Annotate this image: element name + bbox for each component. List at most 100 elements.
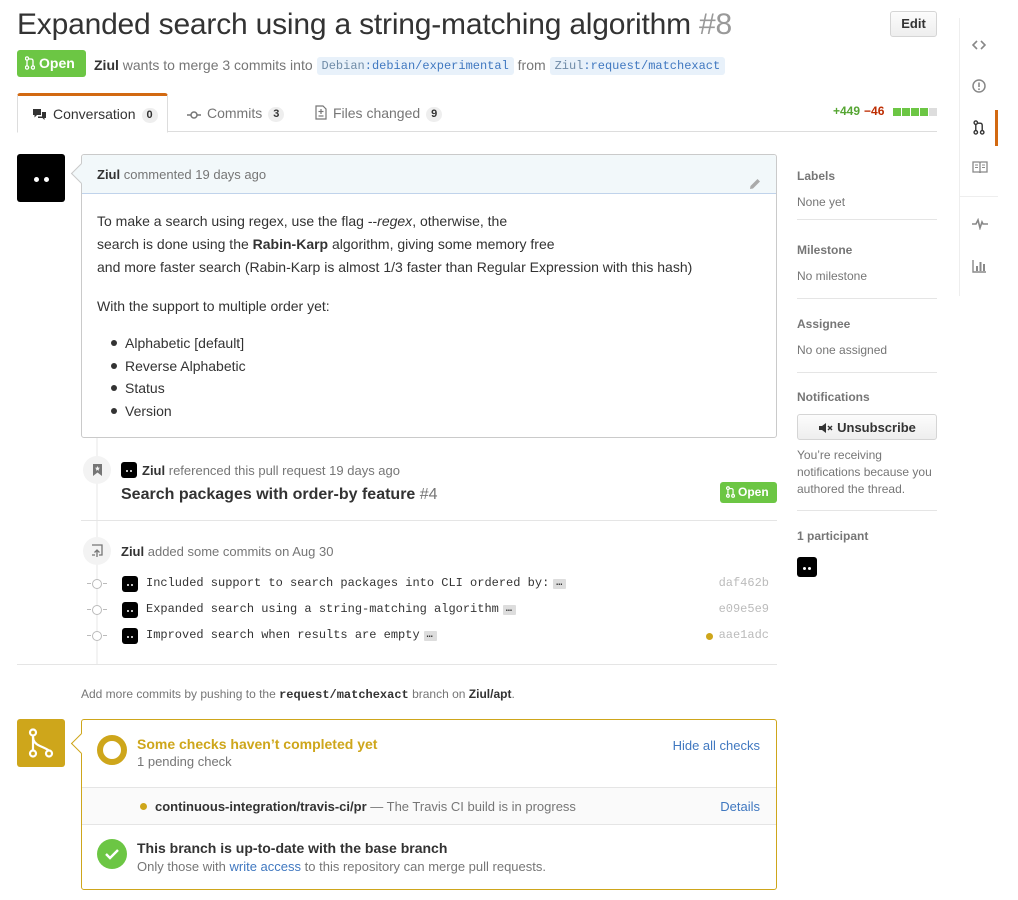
avatar[interactable] bbox=[122, 628, 138, 644]
commit-sha[interactable]: e09e5e9 bbox=[719, 602, 769, 616]
expand-ellipsis[interactable]: … bbox=[553, 579, 567, 589]
expand-ellipsis[interactable]: … bbox=[502, 605, 516, 615]
commit-message[interactable]: Expanded search using a string-matching … bbox=[146, 602, 516, 616]
comment-line: and more faster search (Rabin-Karp is al… bbox=[97, 259, 693, 275]
tab-files-label: Files changed bbox=[333, 105, 421, 121]
head-owner: Ziul bbox=[554, 59, 584, 73]
comment-author[interactable]: Ziul bbox=[97, 167, 120, 182]
hide-checks-link[interactable]: Hide all checks bbox=[673, 738, 760, 753]
tab-commits[interactable]: Commits 3 bbox=[187, 93, 285, 135]
avatar-eye bbox=[126, 470, 128, 472]
repo-push-icon bbox=[83, 537, 111, 565]
milestone-value: No milestone bbox=[797, 269, 868, 283]
pull-request-icon[interactable] bbox=[960, 110, 998, 146]
commit-message-text: Improved search when results are empty bbox=[146, 628, 420, 642]
referenced-pr-title: Search packages with order-by feature bbox=[121, 486, 416, 503]
wiki-icon[interactable] bbox=[960, 151, 998, 187]
sidebar-notifications: Notifications You’re receiving notificat… bbox=[797, 376, 937, 511]
pending-status-dot bbox=[140, 803, 147, 810]
diff-icon bbox=[315, 95, 327, 135]
tab-commits-label: Commits bbox=[207, 105, 263, 121]
pr-meta: Ziul wants to merge 3 commits into Debia… bbox=[94, 57, 726, 75]
commit-sha[interactable]: aae1adc bbox=[719, 628, 769, 642]
comment-discussion-icon bbox=[32, 98, 47, 134]
head-branch-name: request/matchexact bbox=[590, 59, 721, 73]
sidebar-milestone[interactable]: Milestone No milestone bbox=[797, 228, 937, 299]
hint-branch: request/matchexact bbox=[279, 688, 409, 702]
pending-ring-icon bbox=[97, 735, 127, 765]
hint-text: . bbox=[511, 687, 515, 701]
text-span: , otherwise, the bbox=[412, 213, 508, 229]
sidebar-assignee[interactable]: Assignee No one assigned bbox=[797, 302, 937, 373]
diff-block bbox=[919, 108, 928, 116]
reference-author[interactable]: Ziul bbox=[142, 463, 165, 478]
tab-commits-count: 3 bbox=[268, 107, 285, 122]
timeline-end-divider bbox=[17, 664, 777, 665]
commit-message-text: Expanded search using a string-matching … bbox=[146, 602, 499, 616]
participant-avatar[interactable] bbox=[797, 557, 817, 577]
text-span: search is done using the bbox=[97, 236, 253, 252]
write-access-link[interactable]: write access bbox=[230, 859, 302, 874]
comment-action[interactable]: commented 19 days ago bbox=[124, 167, 266, 182]
tab-conversation-label: Conversation bbox=[53, 106, 136, 122]
referenced-pr-link[interactable]: Search packages with order-by feature #4 bbox=[121, 486, 438, 504]
code-icon[interactable] bbox=[960, 28, 998, 64]
commits-author[interactable]: Ziul bbox=[121, 544, 144, 559]
base-owner: Debian bbox=[321, 59, 365, 73]
pr-title-text: Expanded search using a string-matching … bbox=[17, 8, 691, 41]
avatar-eye bbox=[127, 636, 129, 638]
diffstat[interactable]: +449 −46 bbox=[833, 104, 938, 119]
head-branch[interactable]: Ziul:request/matchexact bbox=[549, 57, 726, 75]
pulse-icon[interactable] bbox=[960, 208, 998, 244]
git-commit-icon bbox=[187, 95, 201, 135]
avatar-eye bbox=[131, 610, 133, 612]
state-badge: Open bbox=[17, 50, 86, 77]
sidebar-labels[interactable]: Labels None yet bbox=[797, 154, 937, 220]
timeline-separator bbox=[81, 520, 777, 521]
commit-row: Improved search when results are empty… … bbox=[87, 625, 777, 647]
details-link[interactable]: Details bbox=[720, 799, 760, 814]
unsubscribe-label: Unsubscribe bbox=[837, 420, 916, 435]
labels-value: None yet bbox=[797, 195, 846, 209]
nav-divider bbox=[960, 196, 998, 197]
edit-button[interactable]: Edit bbox=[890, 11, 937, 37]
avatar[interactable] bbox=[122, 602, 138, 618]
comment-line: With the support to multiple order yet: bbox=[97, 298, 330, 314]
issue-icon[interactable] bbox=[960, 69, 998, 105]
check-name: continuous-integration/travis-ci/pr bbox=[155, 799, 367, 814]
graph-icon[interactable] bbox=[960, 249, 998, 285]
base-branch-name: debian/experimental bbox=[371, 59, 509, 73]
algorithm-name: Rabin-Karp bbox=[252, 236, 329, 252]
state-label: Open bbox=[39, 55, 75, 71]
reference-action: referenced this pull request 19 days ago bbox=[168, 463, 400, 478]
commit-message[interactable]: Improved search when results are empty… bbox=[146, 628, 437, 642]
tab-conversation-count: 0 bbox=[141, 108, 158, 123]
git-branch-icon bbox=[17, 719, 65, 767]
avatar-eye bbox=[127, 584, 129, 586]
hint-repo[interactable]: Ziul/apt bbox=[469, 687, 512, 701]
pencil-icon[interactable] bbox=[748, 167, 762, 207]
from-text: from bbox=[517, 57, 546, 73]
expand-ellipsis[interactable]: … bbox=[423, 631, 437, 641]
referenced-state-badge: Open bbox=[720, 482, 777, 503]
avatar[interactable] bbox=[17, 154, 65, 202]
avatar[interactable] bbox=[121, 462, 137, 478]
merge-text: wants to merge 3 commits into bbox=[122, 57, 313, 73]
comment-line: To make a search using regex, use the fl… bbox=[97, 210, 692, 233]
commit-message[interactable]: Included support to search packages into… bbox=[146, 576, 567, 590]
pr-author[interactable]: Ziul bbox=[94, 57, 119, 73]
hint-text: branch on bbox=[412, 687, 466, 701]
comment-header: Ziul commented 19 days ago bbox=[82, 155, 776, 194]
reference-event: Ziul referenced this pull request 19 day… bbox=[142, 463, 400, 478]
unsubscribe-button[interactable]: Unsubscribe bbox=[797, 414, 937, 440]
base-branch[interactable]: Debian:debian/experimental bbox=[316, 57, 514, 75]
commit-sha[interactable]: daf462b bbox=[719, 576, 769, 590]
diffstat-blocks bbox=[892, 105, 938, 119]
tab-files-changed[interactable]: Files changed 9 bbox=[315, 93, 443, 135]
pending-status-dot[interactable] bbox=[706, 633, 713, 640]
repo-nav bbox=[959, 18, 998, 296]
flag-emphasis: regex bbox=[377, 213, 413, 229]
avatar[interactable] bbox=[122, 576, 138, 592]
tab-conversation[interactable]: Conversation 0 bbox=[17, 93, 168, 133]
commit-row: Expanded search using a string-matching … bbox=[87, 599, 777, 621]
